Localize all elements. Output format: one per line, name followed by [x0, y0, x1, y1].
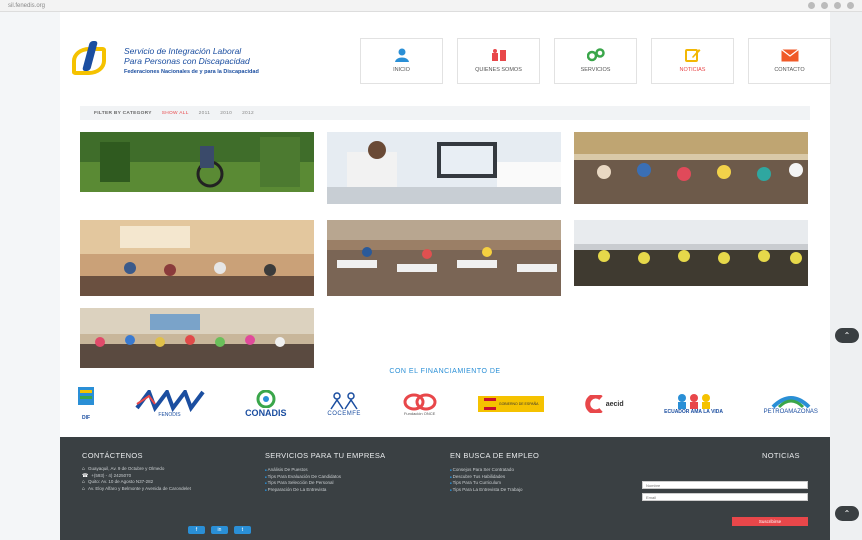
gallery-photo[interactable] — [327, 132, 561, 204]
logo-mark — [68, 40, 124, 81]
gallery-photo[interactable] — [327, 220, 561, 296]
category-filter: FILTER BY CATEGORY SHOW ALL 2011 2010 20… — [80, 106, 810, 120]
gallery-photo[interactable] — [80, 220, 314, 296]
scroll-top-button[interactable]: ⌃ — [835, 506, 859, 521]
sponsor-dif[interactable]: DIF — [78, 387, 94, 421]
sponsor-gobierno-espana[interactable]: GOBIERNO DE ESPAÑA — [478, 396, 545, 412]
browser-bar: sil.fenedis.org — [0, 0, 862, 12]
filter-option-2012[interactable]: 2012 — [242, 111, 254, 116]
chevron-up-icon: ⌃ — [843, 509, 851, 518]
filter-option-show-all[interactable]: SHOW ALL — [162, 111, 189, 116]
nav-label: QUIENES SOMOS — [475, 67, 522, 73]
footer-link[interactable]: Tips Para La Entrevista De Trabajo — [450, 487, 523, 494]
edit-icon — [684, 48, 702, 62]
contact-title: CONTÁCTENOS — [82, 451, 143, 460]
services-title: SERVICIOS PARA TU EMPRESA — [265, 451, 386, 460]
scroll-top-button[interactable]: ⌃ — [835, 328, 859, 343]
nav-noticias[interactable]: NOTICIAS — [651, 38, 734, 84]
footer: CONTÁCTENOS ⌂ Guayaquil, Av. 9 de Octubre… — [60, 437, 830, 540]
chevron-up-icon: ⌃ — [843, 331, 851, 340]
gallery-photo[interactable] — [80, 308, 314, 368]
nav-quienes-somos[interactable]: QUIENES SOMOS — [457, 38, 540, 84]
footer-link[interactable]: Tips Para Selección De Personal — [265, 480, 341, 487]
sponsor-logos: DIF FENODIS CONADIS COCEMFE Fundación ON… — [78, 387, 818, 421]
gallery-photo[interactable] — [80, 132, 314, 192]
logo-line-2: Para Personas con Discapacidad — [124, 56, 250, 66]
jobs-list: Consejos Para Ser Contratado Descubre Tu… — [450, 467, 523, 493]
gallery-photo[interactable] — [574, 220, 808, 286]
nav-servicios[interactable]: SERVICIOS — [554, 38, 637, 84]
logo-line-1: Servicio de Integración Laboral — [124, 46, 242, 56]
linkedin-icon[interactable]: in — [211, 526, 228, 534]
contact-info: ⌂ Guayaquil, Av. 9 de Octubre y Olmedo ☎ +… — [82, 466, 191, 492]
funding-heading: CON EL FINANCIAMIENTO DE — [389, 368, 501, 375]
services-list: Análisis De Puestos Tips Para Evaluación… — [265, 467, 341, 493]
email-input[interactable] — [642, 493, 808, 501]
page: Servicio de Integración Laboral Para Per… — [60, 12, 831, 540]
window-control[interactable] — [834, 2, 841, 9]
browser-controls — [808, 2, 854, 9]
name-input[interactable] — [642, 481, 808, 489]
nav-label: INICIO — [393, 67, 410, 73]
sponsor-cocemfe[interactable]: COCEMFE — [327, 391, 361, 417]
filter-option-2010[interactable]: 2010 — [220, 111, 232, 116]
window-control[interactable] — [808, 2, 815, 9]
filter-option-2011[interactable]: 2011 — [199, 111, 211, 116]
twitter-icon[interactable]: t — [234, 526, 251, 534]
sponsor-ecuador[interactable]: ECUADOR AMA LA VIDA — [664, 393, 723, 415]
nav-label: SERVICIOS — [580, 67, 611, 73]
envelope-icon — [780, 48, 799, 62]
nav-label: CONTACTO — [774, 67, 805, 73]
facebook-icon[interactable]: f — [188, 526, 205, 534]
social-links: f in t — [188, 526, 251, 534]
main-nav: INICIO QUIENES SOMOS SERVICIOS NOTICIAS — [360, 38, 831, 84]
filter-label: FILTER BY CATEGORY — [94, 110, 152, 116]
logo-subtitle: Federaciones Nacionales de y para la Dis… — [124, 69, 259, 75]
nav-inicio[interactable]: INICIO — [360, 38, 443, 84]
sponsor-fundacion-once[interactable]: Fundación ONCE — [402, 393, 438, 416]
people-icon — [490, 48, 508, 62]
footer-link[interactable]: Preparación De La Entrevista — [265, 487, 341, 494]
sponsor-aecid[interactable]: aecid — [584, 395, 624, 413]
news-title: NOTICIAS — [762, 451, 800, 460]
nav-label: NOTICIAS — [679, 67, 706, 73]
footer-link[interactable]: Consejos Para Ser Contratado — [450, 467, 523, 474]
person-icon — [393, 48, 411, 62]
gears-icon — [586, 48, 605, 62]
window-control[interactable] — [821, 2, 828, 9]
window-control[interactable] — [847, 2, 854, 9]
home-icon: ⌂ — [82, 485, 86, 492]
nav-contacto[interactable]: CONTACTO — [748, 38, 831, 84]
page-background — [0, 12, 60, 540]
url-text: sil.fenedis.org — [8, 2, 46, 9]
sponsor-fenodis[interactable]: FENODIS — [134, 390, 205, 418]
sponsor-conadis[interactable]: CONADIS — [245, 390, 287, 418]
logo[interactable]: Servicio de Integración Laboral Para Per… — [68, 38, 318, 83]
subscribe-button[interactable]: Suscribirse — [732, 517, 808, 526]
header: Servicio de Integración Laboral Para Per… — [60, 30, 831, 100]
sponsor-petroamazonas[interactable]: PETROAMAZONAS — [764, 393, 818, 415]
jobs-title: EN BUSCA DE EMPLEO — [450, 451, 540, 460]
gallery-photo[interactable] — [574, 132, 808, 204]
